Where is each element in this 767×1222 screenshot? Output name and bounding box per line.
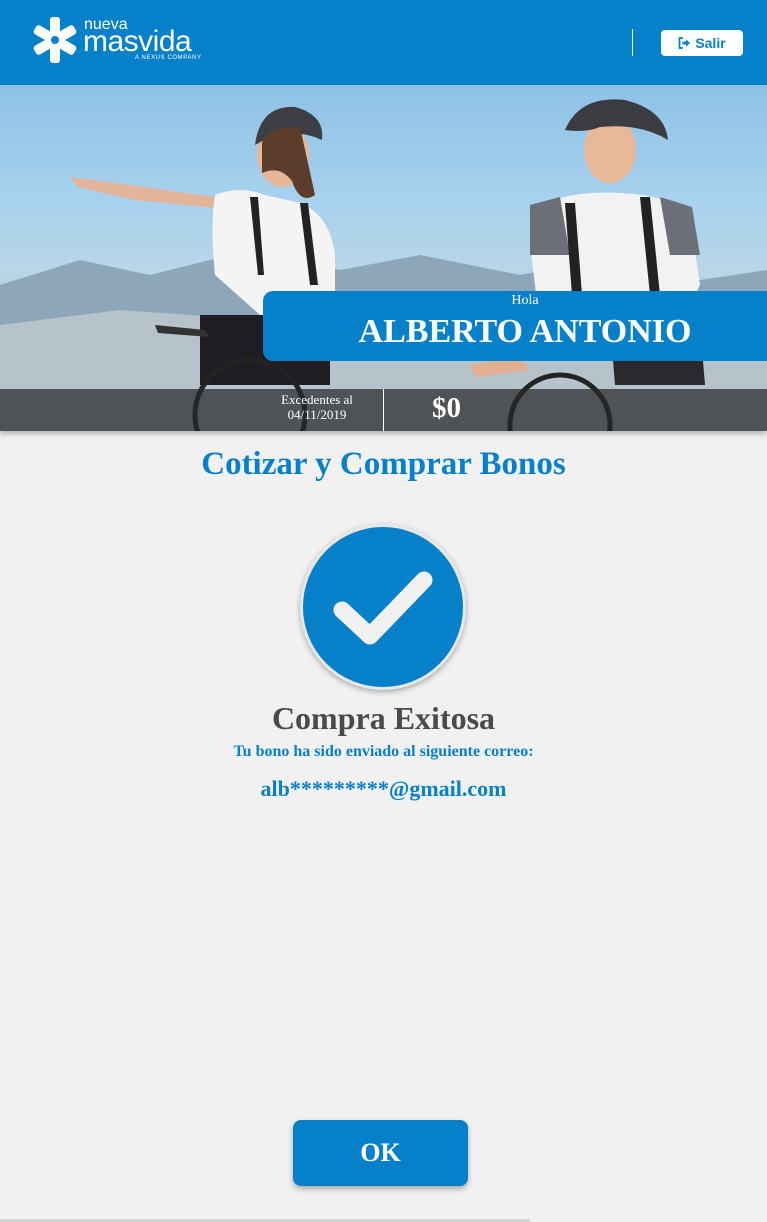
logout-label: Salir <box>695 35 726 51</box>
greeting-card: Hola ALBERTO ANTONIO <box>263 291 767 361</box>
excess-amount: $0 <box>432 392 461 424</box>
sign-out-icon <box>678 37 691 49</box>
logo-asterisk-icon <box>33 17 77 63</box>
header-divider <box>632 29 633 56</box>
ok-button[interactable]: OK <box>293 1120 468 1186</box>
excess-label-text: Excedentes al <box>281 392 353 407</box>
page-title: Cotizar y Comprar Bonos <box>201 446 566 482</box>
logout-button[interactable]: Salir <box>661 30 743 56</box>
excess-bar: Excedentes al 04/11/2019 $0 <box>0 389 767 431</box>
nueva-masvida-logo: nueva masvida A NEXUS COMPANY <box>33 16 213 66</box>
checkmark-icon <box>333 571 433 645</box>
excess-label: Excedentes al 04/11/2019 <box>262 392 372 422</box>
logo-text-masvida: masvida <box>83 25 192 58</box>
success-title: Compra Exitosa <box>271 700 496 736</box>
greeting-hello: Hola <box>511 293 539 308</box>
success-message: Tu bono ha sido enviado al siguiente cor… <box>233 743 534 760</box>
excess-date: 04/11/2019 <box>287 407 347 422</box>
excess-divider <box>383 389 384 431</box>
hero-banner: Hola ALBERTO ANTONIO Excedentes al 04/11… <box>0 85 767 431</box>
success-check-badge <box>300 524 466 690</box>
logo-tagline: A NEXUS COMPANY <box>135 55 202 61</box>
user-name: ALBERTO ANTONIO <box>358 313 692 350</box>
recipient-email: alb*********@gmail.com <box>260 776 507 801</box>
app-header: nueva masvida A NEXUS COMPANY Salir <box>0 0 767 85</box>
cyclists-photo <box>0 99 767 431</box>
